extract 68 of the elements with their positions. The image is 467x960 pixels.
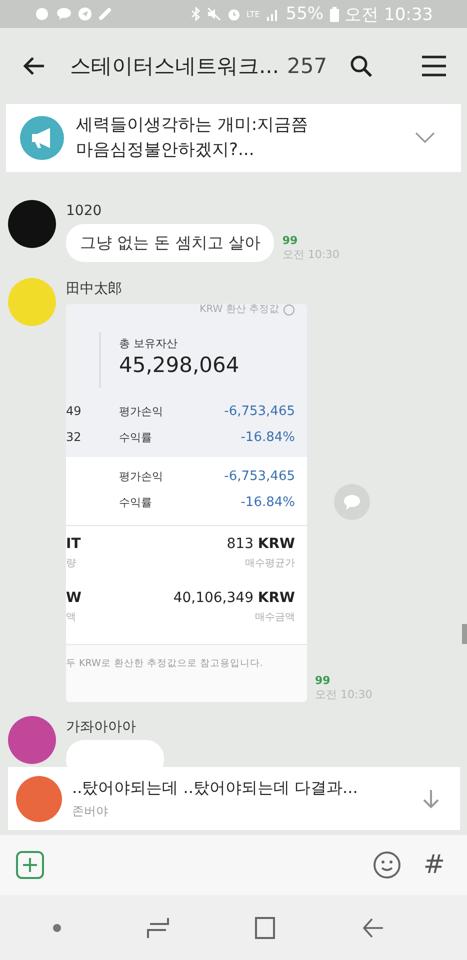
- preview-sender: 존버야: [72, 802, 109, 820]
- notice-text: 세력들이생각하는 개미:지금쯤: [76, 114, 310, 137]
- megaphone-icon: [20, 116, 64, 160]
- row-label: 수익률: [119, 430, 152, 444]
- member-count: 257: [287, 54, 328, 78]
- home-icon[interactable]: [254, 916, 276, 940]
- clock: 오전 10:33: [344, 4, 433, 26]
- message-bubble: 그냥 없는 돈 셈치고 살아: [66, 224, 274, 262]
- app-icon: [34, 7, 50, 21]
- back-button[interactable]: [22, 56, 46, 76]
- help-icon: [283, 304, 295, 316]
- row-label: 평가손익: [119, 468, 163, 484]
- search-icon: [349, 54, 374, 78]
- cut-value: 32: [66, 430, 82, 444]
- battery-icon: [330, 6, 339, 22]
- battery-percent: 55%: [286, 4, 324, 24]
- holding-label: 매수금액: [255, 611, 295, 624]
- image-message[interactable]: KRW 환산 추정값 총 보유자산 45,298,064 49 평가손익 -6,753,465 32 수익률 -16.84% 평가손익 -6,753,465 수익률 -16.84% IT 량 813 KRW 매수평균가 W 액 40,106,349 KRW 매수금액 두 KRW로 환산한 추정값으로 참고용입니다.: [66, 304, 307, 702]
- unread-count: 99: [282, 234, 299, 247]
- network-label: LTE: [246, 10, 260, 18]
- cut-label: 액: [66, 611, 77, 624]
- recent-apps-icon[interactable]: [146, 916, 169, 940]
- hashtag-button[interactable]: #: [423, 850, 445, 880]
- scrollbar[interactable]: [462, 624, 467, 644]
- dot-icon[interactable]: [52, 924, 61, 932]
- chevron-icon[interactable]: [415, 132, 435, 144]
- cut-text: W: [66, 590, 82, 606]
- notice-banner[interactable]: 세력들이생각하는 개미:지금쯤 마음심정불안하겠지?...: [6, 104, 461, 172]
- row-value: -16.84%: [240, 430, 295, 444]
- holding-label: 매수평균가: [245, 557, 295, 570]
- back-arrow-icon: [22, 56, 46, 76]
- down-arrow-icon[interactable]: [422, 788, 440, 808]
- notice-text: 마음심정불안하겠지?...: [76, 139, 256, 162]
- total-label: 총 보유자산: [119, 336, 178, 351]
- bluetooth-icon: [190, 7, 200, 21]
- preview-text: ..탔어야되는데 ..탔어야되는데 다결과...: [72, 778, 359, 798]
- chat-title: 스테이터스네트워크...: [70, 53, 280, 80]
- back-icon[interactable]: [362, 916, 384, 940]
- menu-icon: [421, 55, 447, 77]
- row-label: 평가손익: [119, 404, 163, 418]
- mute-icon: [206, 7, 220, 21]
- new-message-preview[interactable]: ..탔어야되는데 ..탔어야되는데 다결과... 존버야: [8, 767, 460, 830]
- cut-text: IT: [66, 536, 81, 552]
- signal-icon: [266, 7, 280, 21]
- holding-value: 40,106,349 KRW: [173, 590, 295, 606]
- pill-icon: [98, 7, 112, 21]
- menu-button[interactable]: [421, 55, 447, 77]
- estimate-note: KRW 환산 추정값: [200, 305, 279, 315]
- footnote: 두 KRW로 환산한 추정값으로 참고용입니다.: [66, 658, 263, 670]
- cut-value: 49: [66, 404, 82, 418]
- holding-value: 813 KRW: [226, 536, 295, 552]
- sender-name: 가좌아아아: [66, 718, 137, 737]
- emoji-button[interactable]: [373, 851, 402, 879]
- row-value: -16.84%: [240, 494, 295, 510]
- alarm-icon: [226, 7, 240, 21]
- plus-button[interactable]: [16, 851, 44, 879]
- total-value: 45,298,064: [119, 353, 240, 377]
- cut-label: 량: [66, 557, 77, 570]
- chat-icon: [56, 7, 72, 21]
- sender-name: 1020: [66, 202, 103, 221]
- row-value: -6,753,465: [224, 404, 295, 418]
- search-button[interactable]: [349, 54, 374, 78]
- row-label: 수익률: [119, 494, 152, 510]
- unread-count: 99: [315, 674, 332, 687]
- avatar[interactable]: [8, 200, 56, 248]
- row-value: -6,753,465: [224, 468, 295, 484]
- send-icon: [78, 7, 92, 21]
- sender-name: 田中太郎: [66, 280, 123, 299]
